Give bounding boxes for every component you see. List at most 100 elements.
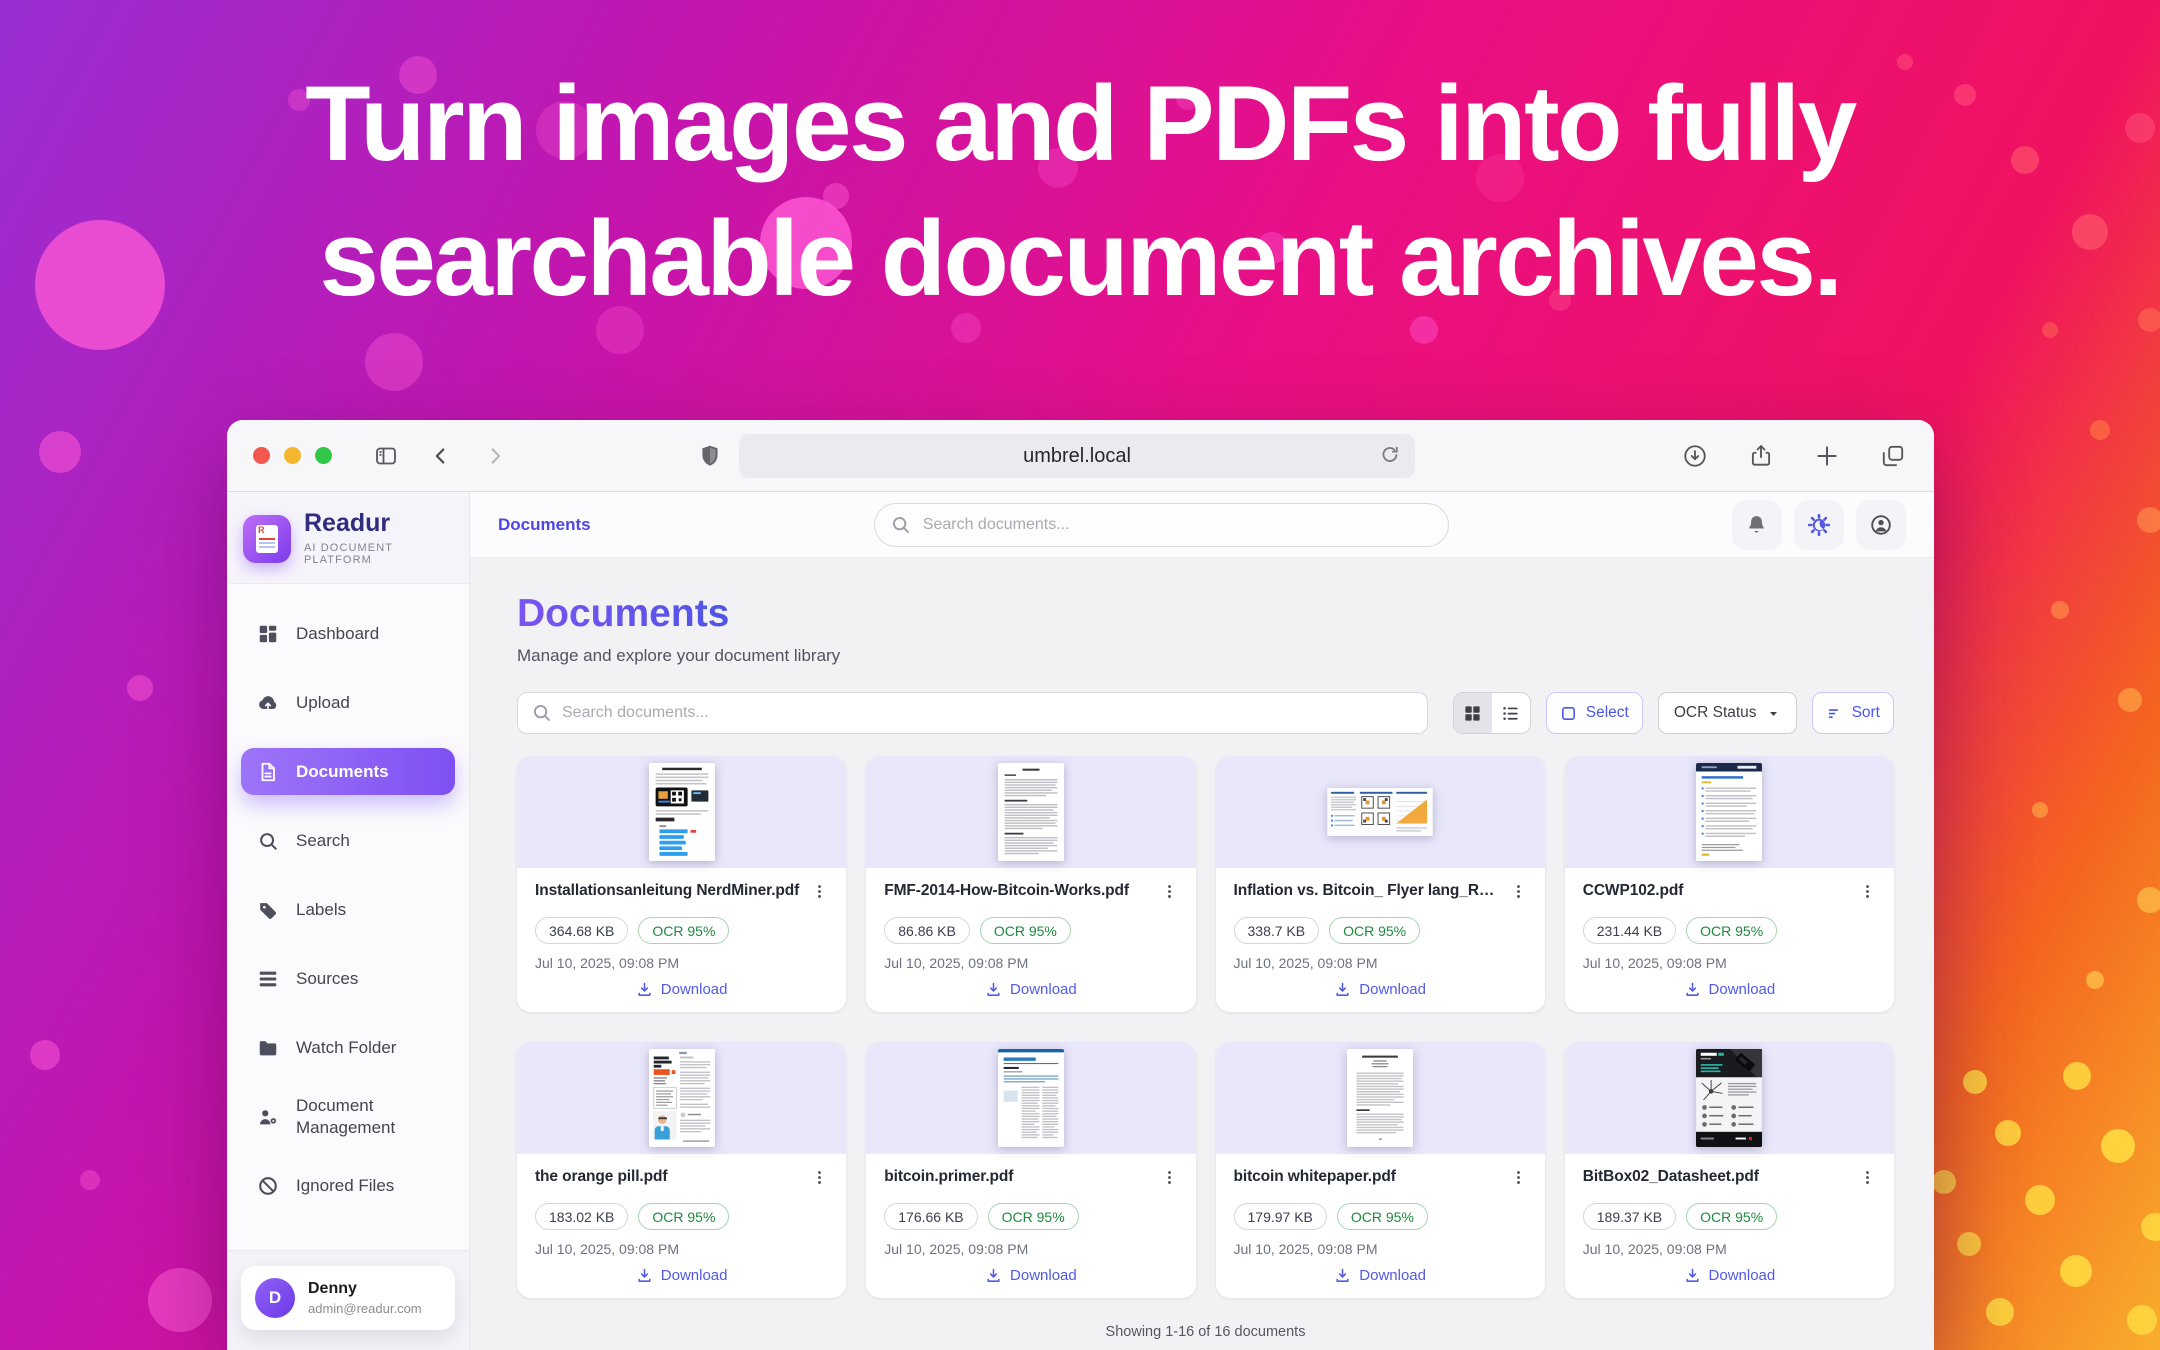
sidebar-item-sources[interactable]: Sources [241,955,455,1002]
more-options-icon[interactable] [811,881,828,905]
list-view-button[interactable] [1492,693,1530,733]
document-card[interactable]: the orange pill.pdf 183.02 KB OCR 95% Ju… [517,1042,846,1298]
document-name: bitcoin whitepaper.pdf [1234,1167,1402,1186]
more-options-icon[interactable] [1161,1167,1178,1191]
document-card[interactable]: Inflation vs. Bitcoin_ Flyer lang_RGB.pd… [1216,756,1545,1012]
document-name: BitBox02_Datasheet.pdf [1583,1167,1765,1186]
document-card[interactable]: Installationsanleitung NerdMiner.pdf 364… [517,756,846,1012]
more-options-icon[interactable] [811,1167,828,1191]
bg-dot [1986,1298,2014,1326]
download-icon [636,981,653,998]
sidebar-item-upload[interactable]: Upload [241,679,455,726]
more-options-icon[interactable] [1859,881,1876,905]
user-card[interactable]: D Denny admin@readur.com [241,1266,455,1330]
document-thumbnail [1216,756,1545,868]
page-title: Documents [517,592,729,636]
select-button[interactable]: Select [1546,692,1643,734]
download-link[interactable]: Download [1583,981,1876,998]
document-thumbnail [866,756,1195,868]
bg-dot [2137,887,2160,913]
sort-button[interactable]: Sort [1812,692,1894,734]
download-link[interactable]: Download [1234,981,1527,998]
download-icon [1684,1267,1701,1284]
tab-overview-icon[interactable] [1880,443,1906,469]
file-size-badge: 176.66 KB [884,1203,977,1230]
document-card[interactable]: CCWP102.pdf 231.44 KB OCR 95% Jul 10, 20… [1565,756,1894,1012]
share-icon[interactable] [1748,443,1774,469]
reload-icon[interactable] [1378,444,1402,474]
bg-dot [2060,1255,2092,1287]
search-icon [890,514,911,540]
bg-dot [1995,1120,2021,1146]
sidebar-item-ignored-files[interactable]: Ignored Files [241,1162,455,1209]
sources-icon [257,968,279,990]
more-options-icon[interactable] [1510,881,1527,905]
bg-dot [2118,688,2142,712]
more-options-icon[interactable] [1859,1167,1876,1191]
sidebar-item-labels[interactable]: Labels [241,886,455,933]
download-link[interactable]: Download [1583,1267,1876,1284]
sidebar-item-search[interactable]: Search [241,817,455,864]
forward-icon[interactable] [484,445,506,467]
download-link[interactable]: Download [535,981,828,998]
user-email: admin@readur.com [308,1301,422,1316]
hero-line-1: Turn images and PDFs into fully [305,63,1854,183]
download-icon [1684,981,1701,998]
zoom-window-button[interactable] [315,447,332,464]
download-link[interactable]: Download [884,981,1177,998]
document-card[interactable]: BitBox02_Datasheet.pdf 189.37 KB OCR 95%… [1565,1042,1894,1298]
minimize-window-button[interactable] [284,447,301,464]
more-options-icon[interactable] [1510,1167,1527,1191]
bg-dot [2063,1062,2091,1090]
caret-down-icon [1766,706,1781,721]
bg-dot [2127,1305,2157,1335]
global-search-input[interactable] [874,503,1449,547]
ocr-status-badge: OCR 95% [980,917,1071,944]
user-name: Denny [308,1280,422,1298]
address-bar[interactable]: umbrel.local [739,434,1415,478]
download-link[interactable]: Download [535,1267,828,1284]
bg-dot [2025,1185,2055,1215]
document-date: Jul 10, 2025, 09:08 PM [535,955,828,971]
sidebar-item-watch-folder[interactable]: Watch Folder [241,1024,455,1071]
sidebar-item-dashboard[interactable]: Dashboard [241,610,455,657]
documents-toolbar: Select OCR Status Sort [517,692,1894,734]
browser-window: umbrel.local [227,420,1934,1350]
bg-dot [80,1170,100,1190]
notifications-button[interactable] [1732,500,1782,550]
document-card[interactable]: FMF-2014-How-Bitcoin-Works.pdf 86.86 KB … [866,756,1195,1012]
bg-dot [1932,1170,1956,1194]
ocr-status-badge: OCR 95% [638,1203,729,1230]
bg-dot [2090,420,2110,440]
document-date: Jul 10, 2025, 09:08 PM [1234,1241,1527,1257]
document-card[interactable]: bitcoin whitepaper.pdf 179.97 KB OCR 95%… [1216,1042,1545,1298]
document-thumbnail [1565,756,1894,868]
grid-view-button[interactable] [1454,693,1492,733]
privacy-shield-icon[interactable] [697,442,723,475]
watch-folder-icon [257,1037,279,1059]
account-button[interactable] [1856,500,1906,550]
download-link[interactable]: Download [884,1267,1177,1284]
close-window-button[interactable] [253,447,270,464]
ocr-status-badge: OCR 95% [1329,917,1420,944]
sidebar-toggle-icon[interactable] [374,444,398,468]
downloads-icon[interactable] [1682,443,1708,469]
more-options-icon[interactable] [1161,881,1178,905]
grid-icon [1463,704,1482,723]
sidebar-item-documents[interactable]: Documents [241,748,455,795]
global-search [874,503,1449,547]
ocr-status-filter[interactable]: OCR Status [1658,692,1797,734]
download-link[interactable]: Download [1234,1267,1527,1284]
theme-toggle-button[interactable] [1794,500,1844,550]
url-text: umbrel.local [1023,445,1131,468]
breadcrumb[interactable]: Documents [498,515,591,535]
ocr-status-badge: OCR 95% [638,917,729,944]
user-icon [1869,513,1893,537]
sidebar-item-document-management[interactable]: Document Management [241,1093,455,1140]
bg-dot [2051,601,2069,619]
back-icon[interactable] [430,445,452,467]
window-controls [253,447,332,464]
document-card[interactable]: bitcoin.primer.pdf 176.66 KB OCR 95% Jul… [866,1042,1195,1298]
new-tab-icon[interactable] [1814,443,1840,469]
documents-search-input[interactable] [517,692,1428,734]
